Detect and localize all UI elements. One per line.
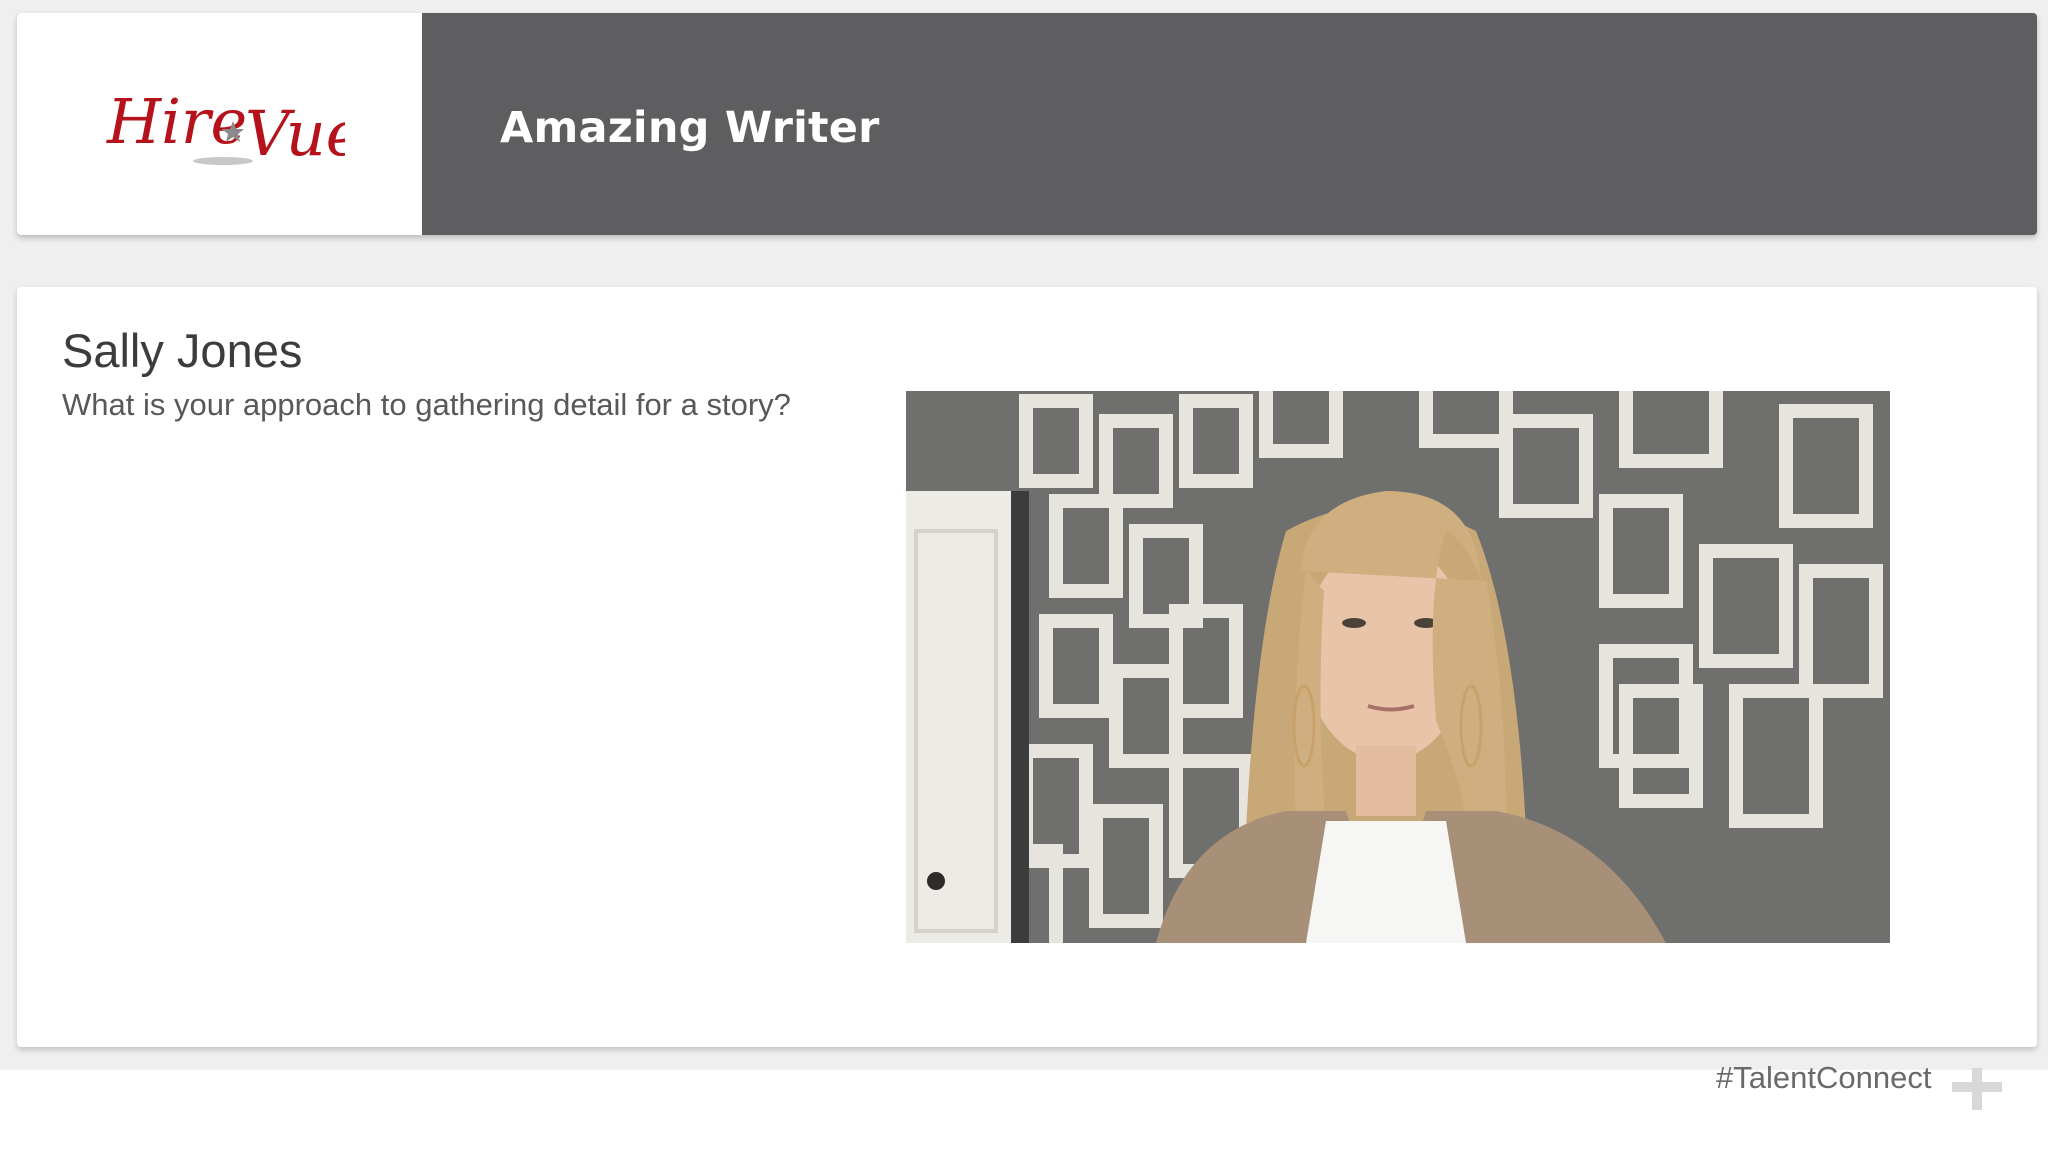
logo-container: Hire Vue: [17, 13, 422, 235]
logo-text-left: Hire: [106, 85, 247, 158]
hashtag-label: #TalentConnect: [1716, 1060, 1932, 1095]
logo-text-right: Vue: [245, 97, 345, 170]
slide-background: Hire Vue Amazing Writer Sally Jones What…: [0, 0, 2048, 1070]
job-title: Amazing Writer: [500, 103, 880, 153]
header-bar: Hire Vue Amazing Writer: [17, 13, 2037, 235]
interview-question: What is your approach to gathering detai…: [62, 387, 791, 422]
interview-card: Sally Jones What is your approach to gat…: [17, 287, 2037, 1047]
candidate-name: Sally Jones: [62, 324, 303, 377]
hirevue-logo: Hire Vue: [106, 85, 345, 170]
plus-icon: [1952, 1068, 2002, 1110]
candidate-video[interactable]: [906, 391, 1890, 943]
